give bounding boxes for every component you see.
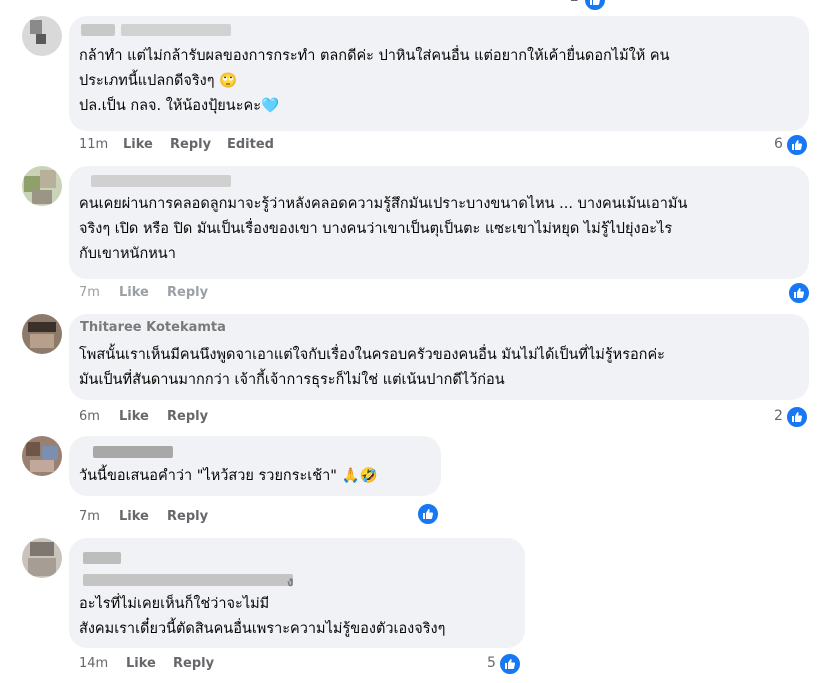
comment-line: ประเภทนี้แปลกดีจริงๆ 🙄 (79, 73, 238, 89)
like-button[interactable]: Like (119, 509, 149, 524)
comment-text: วันนี้ขอเสนอคำว่า "ไหว้สวย รวยกระเช้า" 🙏… (79, 464, 431, 489)
comment-text: กล้าทำ แต่ไม่กล้ารับผลของการกระทำ ตลกดีค… (79, 44, 799, 119)
like-button[interactable]: Like (119, 409, 149, 424)
reply-button[interactable]: Reply (170, 137, 211, 152)
comment-line: กับเขาหนักหนา (79, 246, 176, 262)
comment-line: โพสนั้นเราเห็นมีคนนึงพูดจาเอาแต่ใจกับเรื… (79, 347, 665, 363)
comment-time[interactable]: 7m (79, 509, 100, 524)
reply-button[interactable]: Reply (173, 656, 214, 671)
avatar[interactable] (22, 538, 62, 578)
comment-line: ปล.เป็น กลจ. ให้น้องปุ้ยนะคะ🩵 (79, 98, 280, 114)
comment-bubble: คนเคยผ่านการคลอดลูกมาจะรู้ว่าหลังคลอดควา… (69, 166, 809, 279)
comment-time[interactable]: 6m (79, 409, 100, 424)
comment-time[interactable]: 7m (79, 285, 100, 300)
like-button[interactable]: Like (123, 137, 153, 152)
edited-label[interactable]: Edited (227, 137, 274, 152)
like-thumb-icon[interactable] (785, 405, 809, 429)
comment-line: กล้าทำ แต่ไม่กล้ารับผลของการกระทำ ตลกดีค… (79, 48, 670, 64)
comment-actions: 11m Like Reply Edited (79, 137, 299, 155)
comment-actions: 14m Like Reply (79, 656, 279, 674)
comment-bubble: ง อะไรที่ไม่เคยเห็นก็ใช่ว่าจะไม่มี สังคม… (69, 538, 525, 648)
comment-actions: 6m Like Reply (79, 409, 279, 427)
comment-line: อะไรที่ไม่เคยเห็นก็ใช่ว่าจะไม่มี (79, 596, 270, 612)
like-button[interactable]: Like (126, 656, 156, 671)
avatar[interactable] (22, 16, 62, 56)
reaction-count[interactable]: 5 (487, 655, 496, 671)
like-thumb-icon[interactable] (787, 281, 811, 305)
comment-time[interactable]: 11m (79, 137, 108, 152)
comment-text: โพสนั้นเราเห็นมีคนนึงพูดจาเอาแต่ใจกับเรื… (79, 343, 799, 393)
like-button[interactable]: Like (119, 285, 149, 300)
comment-actions: 7m Like Reply (79, 509, 279, 527)
reaction-count[interactable]: 2 (774, 408, 783, 424)
reply-button[interactable]: Reply (167, 285, 208, 300)
reaction-count[interactable]: 6 (774, 136, 783, 152)
comment-line: จริงๆ เปิด หรือ ปิด มันเป็นเรื่องของเขา … (79, 221, 673, 237)
comment-bubble: กล้าทำ แต่ไม่กล้ารับผลของการกระทำ ตลกดีค… (69, 16, 809, 131)
comment-time[interactable]: 14m (79, 656, 108, 671)
comment-bubble: วันนี้ขอเสนอคำว่า "ไหว้สวย รวยกระเช้า" 🙏… (69, 436, 441, 496)
like-thumb-icon[interactable] (785, 133, 809, 157)
comment-bubble: Thitaree Kotekamta โพสนั้นเราเห็นมีคนนึง… (69, 314, 809, 400)
comment-line: สังคมเราเดี๋ยวนี้ตัดสินคนอื่นเพราะความไม… (79, 621, 446, 637)
top-reaction-count: 2 (570, 0, 579, 5)
like-thumb-icon[interactable] (416, 502, 440, 526)
avatar[interactable] (22, 436, 62, 476)
comment-line: มันเป็นที่สันดานมากกว่า เจ้ากี้เจ้าการธุ… (79, 372, 505, 388)
reply-button[interactable]: Reply (167, 509, 208, 524)
avatar[interactable] (22, 166, 62, 206)
like-thumb-icon[interactable] (583, 0, 607, 12)
comment-text: คนเคยผ่านการคลอดลูกมาจะรู้ว่าหลังคลอดควา… (79, 192, 799, 267)
commenter-name[interactable]: Thitaree Kotekamta (80, 321, 226, 332)
comment-text: อะไรที่ไม่เคยเห็นก็ใช่ว่าจะไม่มี สังคมเร… (79, 592, 515, 642)
comment-line: คนเคยผ่านการคลอดลูกมาจะรู้ว่าหลังคลอดควา… (79, 196, 688, 212)
comment-line: วันนี้ขอเสนอคำว่า "ไหว้สวย รวยกระเช้า" 🙏… (79, 468, 378, 484)
reply-button[interactable]: Reply (167, 409, 208, 424)
commenter-name[interactable]: ง (287, 571, 293, 592)
comment-actions: 7m Like Reply (79, 285, 299, 301)
like-thumb-icon[interactable] (498, 652, 522, 676)
avatar[interactable] (22, 314, 62, 354)
